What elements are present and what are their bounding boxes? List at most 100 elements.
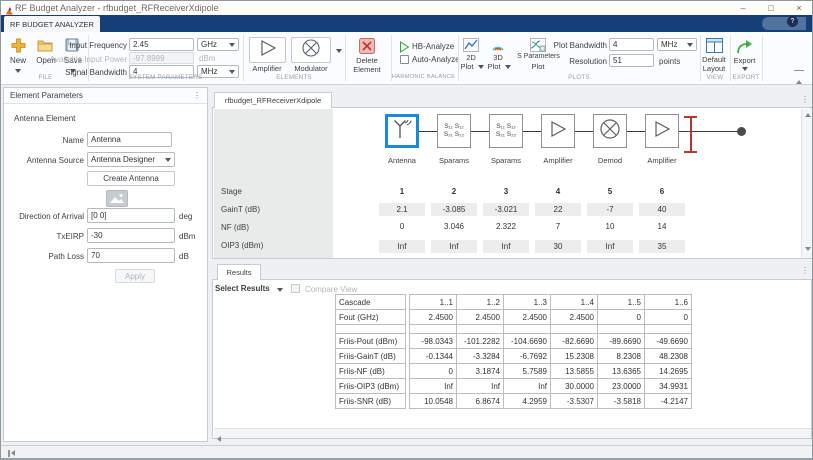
modulator-button[interactable]	[291, 37, 331, 63]
close-button[interactable]: ×	[786, 1, 812, 15]
results-data-cell: 34.9931	[645, 379, 692, 394]
default-layout-label-1[interactable]: Default	[699, 55, 729, 64]
create-antenna-button[interactable]: Create Antenna	[87, 171, 175, 186]
name-field[interactable]: Antenna	[87, 132, 172, 147]
stage-value: 4	[535, 187, 581, 196]
path-loss-unit: dB	[179, 252, 189, 261]
resolution-unit: points	[659, 57, 680, 66]
tab-rf-budget-analyzer[interactable]: RF BUDGET ANALYZER	[4, 16, 100, 32]
results-data-cell: 5.7589	[504, 364, 551, 379]
2d-plot-label-bottom[interactable]: Plot	[456, 62, 478, 71]
maximize-button[interactable]: □	[758, 1, 784, 15]
stage-value-cell[interactable]: Inf	[483, 240, 529, 253]
collapse-toolstrip-icon[interactable]	[794, 70, 804, 89]
amplifier-button-label[interactable]: Amplifier	[242, 64, 292, 73]
diagram-block-amplifier[interactable]	[645, 114, 679, 148]
export-section-label: EXPORT	[730, 74, 762, 81]
results-options-icon[interactable]: ⋮	[801, 267, 809, 275]
diagram-block-demod[interactable]	[593, 114, 627, 148]
stage-value-cell[interactable]: 22	[535, 203, 581, 216]
results-row-header-cell: Fout (GHz)	[336, 310, 406, 325]
3d-plot-label-top[interactable]: 3D	[487, 53, 509, 62]
3d-plot-caret-icon[interactable]	[505, 65, 511, 69]
plot-bandwidth-field[interactable]: 4	[609, 38, 654, 51]
export-button-label[interactable]: Export	[729, 56, 760, 65]
results-data-cell: 3.1874	[457, 364, 504, 379]
diagram-block-sparams[interactable]: S₁₁ S₁₂S₂₁ S₂₂	[489, 114, 523, 148]
results-data-cell: 6.8674	[457, 394, 504, 409]
auto-analyze-checkbox[interactable]	[400, 55, 409, 64]
scroll-up-icon[interactable]	[805, 113, 811, 117]
horizontal-scrollbar[interactable]	[214, 428, 811, 438]
txeirp-field[interactable]: -30	[87, 228, 175, 243]
select-results-caret-icon[interactable]	[277, 288, 283, 292]
vertical-scrollbar[interactable]	[801, 109, 812, 258]
input-frequency-unit-select[interactable]: GHz	[197, 38, 239, 51]
diagram-block-amplifier[interactable]	[541, 114, 575, 148]
delete-element-label-2[interactable]: Element	[347, 65, 387, 74]
antenna-source-select[interactable]: Antenna Designer	[87, 152, 175, 167]
results-data-cell: 1..1	[410, 295, 457, 310]
compare-view-label: Compare View	[305, 285, 357, 294]
minimize-button[interactable]: –	[730, 1, 756, 15]
direction-of-arrival-field[interactable]: [0 0]	[87, 208, 175, 223]
tab-rfbudget-document[interactable]: rfbudget_RFReceiverXdipole	[214, 92, 332, 108]
new-icon[interactable]	[11, 38, 26, 58]
scroll-down-icon[interactable]	[805, 247, 811, 251]
new-dropdown-caret-icon[interactable]	[15, 69, 21, 73]
collapse-panel-arrow-icon[interactable]	[11, 450, 15, 456]
stage-value-cell[interactable]: 35	[639, 240, 685, 253]
hb-analyze-button[interactable]: HB-Analyze	[412, 42, 454, 51]
delete-element-label-1[interactable]: Delete	[347, 56, 387, 65]
results-data-cell: Inf	[410, 379, 457, 394]
stage-value-cell[interactable]: -3.021	[483, 203, 529, 216]
default-layout-label-2[interactable]: Layout	[699, 64, 729, 73]
diagram-block-sparams[interactable]: S₁₁ S₁₂S₂₁ S₂₂	[437, 114, 471, 148]
apply-button[interactable]: Apply	[115, 269, 155, 283]
help-icon[interactable]: ?	[787, 16, 798, 27]
diagram-block-antenna[interactable]	[385, 114, 419, 148]
stage-value-cell[interactable]: -7	[587, 203, 633, 216]
stage-value: 7	[535, 222, 581, 231]
results-data-cell: -89.6690	[598, 334, 645, 349]
titlebar: RF Budget Analyzer - rfbudget_RFReceiver…	[1, 1, 812, 15]
mixer-block-icon	[597, 116, 623, 147]
direction-of-arrival-unit: deg	[179, 212, 192, 221]
stage-value-cell[interactable]: -3.085	[431, 203, 477, 216]
auto-analyze-label[interactable]: Auto-Analyze	[412, 55, 460, 64]
stage-value-cell[interactable]: 40	[639, 203, 685, 216]
collapse-panel-bar-icon[interactable]	[8, 450, 10, 457]
help-pill[interactable]	[762, 17, 806, 30]
diagram-options-icon[interactable]: ⋮	[801, 96, 809, 104]
results-panel: Select Results Compare View CascadeFout …	[212, 279, 812, 439]
modulator-button-label[interactable]: Modulator	[286, 64, 336, 73]
stage-value-cell[interactable]: Inf	[587, 240, 633, 253]
amplifier-icon	[256, 38, 280, 63]
plot-bandwidth-unit-select[interactable]: MHz	[657, 38, 697, 51]
available-input-power-unit: dBm	[199, 54, 215, 63]
results-data-cell: -0.1344	[410, 349, 457, 364]
3d-plot-label-bottom[interactable]: Plot	[483, 62, 505, 71]
stage-value-cell[interactable]: Inf	[379, 240, 425, 253]
stage-value-cell[interactable]: 30	[535, 240, 581, 253]
tab-results[interactable]: Results	[217, 264, 261, 280]
compare-view-checkbox[interactable]	[291, 284, 300, 293]
elements-gallery-caret-icon[interactable]	[336, 49, 342, 53]
input-frequency-field[interactable]: 2.45	[129, 38, 194, 51]
stage-value-cell[interactable]: 2.1	[379, 203, 425, 216]
select-results-button[interactable]: Select Results	[215, 284, 270, 293]
resolution-field[interactable]: 51	[609, 54, 654, 67]
panel-options-icon[interactable]: ⋮	[193, 92, 201, 100]
new-button[interactable]: New	[5, 56, 31, 65]
stage-value-cell[interactable]: Inf	[431, 240, 477, 253]
results-data-cell: 23.0000	[598, 379, 645, 394]
view-section-label: VIEW	[700, 74, 730, 81]
export-caret-icon[interactable]	[742, 67, 748, 71]
path-loss-field[interactable]: 70	[87, 248, 175, 263]
antenna-source-label: Antenna Source	[4, 156, 84, 165]
input-frequency-label: Input Frequency	[37, 41, 127, 50]
2d-plot-label-top[interactable]: 2D	[460, 53, 482, 62]
amplifier-button[interactable]	[249, 37, 286, 63]
s-parameters-label-bottom[interactable]: Plot	[525, 62, 551, 71]
stage-value: 3	[483, 187, 529, 196]
